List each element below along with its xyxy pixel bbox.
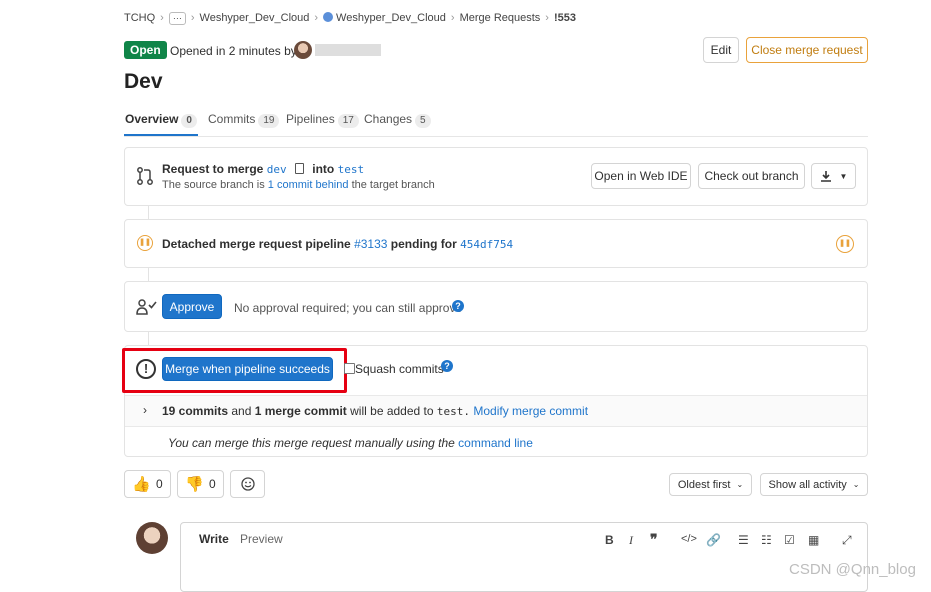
thumbs-up-button[interactable]: 👍 0 (124, 470, 171, 498)
pipeline-mini-status-icon[interactable]: ❚❚ (836, 235, 854, 253)
smiley-icon (240, 477, 255, 491)
tab-overview[interactable]: Overview 0 (124, 112, 198, 136)
breadcrumb-item-mr-id[interactable]: !553 (554, 12, 576, 24)
bullet-list-icon[interactable]: ☰ (738, 533, 749, 547)
italic-icon[interactable]: I (629, 533, 633, 548)
source-branch-link[interactable]: dev (267, 163, 287, 176)
approve-button[interactable]: Approve (162, 294, 222, 319)
chevron-down-icon: ⌄ (736, 480, 744, 489)
tab-preview[interactable]: Preview (240, 532, 283, 546)
download-dropdown-button[interactable]: ▼ (811, 163, 856, 189)
breadcrumb-item-project[interactable]: Weshyper_Dev_Cloud (336, 12, 446, 24)
tab-count: 19 (258, 114, 280, 128)
table-icon[interactable]: ▦ (808, 533, 819, 547)
copy-icon[interactable] (294, 163, 304, 174)
page-title: Dev (124, 70, 163, 93)
check-out-branch-button[interactable]: Check out branch (698, 163, 805, 189)
thumbs-up-icon: 👍 (132, 476, 151, 493)
current-user-avatar (136, 522, 168, 554)
pipeline-id-link[interactable]: #3133 (354, 237, 387, 251)
watermark: CSDN @Qnn_blog (789, 561, 916, 578)
breadcrumb-item-merge-requests[interactable]: Merge Requests (460, 12, 541, 24)
task-list-icon[interactable]: ☑ (784, 533, 795, 547)
tab-write[interactable]: Write (199, 532, 229, 546)
highlight-annotation-box (122, 348, 347, 393)
globe-icon (323, 12, 334, 22)
help-icon[interactable]: ? (452, 300, 464, 312)
pipeline-pending-icon[interactable]: ❚❚ (137, 235, 153, 251)
author-name-redacted (315, 44, 381, 56)
tab-count: 5 (415, 114, 431, 128)
manual-merge-text: You can merge this merge request manuall… (168, 436, 533, 450)
tab-pipelines[interactable]: Pipelines 17 (286, 112, 359, 128)
code-icon[interactable]: </> (681, 533, 697, 545)
breadcrumb: TCHQ › ··· › Weshyper_Dev_Cloud › Weshyper_Dev… (124, 12, 576, 25)
tab-count: 0 (181, 114, 197, 128)
download-icon (820, 171, 831, 182)
quote-icon[interactable]: ❞ (650, 531, 658, 548)
expand-chevron-icon[interactable]: › (143, 403, 147, 417)
numbered-list-icon[interactable]: ☷ (761, 533, 772, 547)
breadcrumb-ellipsis-button[interactable]: ··· (168, 12, 186, 25)
merge-request-line: Request to merge dev into test (162, 162, 365, 176)
open-web-ide-button[interactable]: Open in Web IDE (591, 163, 691, 189)
sort-dropdown[interactable]: Oldest first ⌄ (669, 473, 752, 496)
git-merge-icon (137, 167, 153, 185)
tab-commits[interactable]: Commits 19 (208, 112, 280, 128)
breadcrumb-item-group[interactable]: Weshyper_Dev_Cloud (200, 12, 310, 24)
commit-sha-link[interactable]: 454df754 (460, 238, 513, 251)
squash-label: Squash commits (355, 362, 444, 376)
thumbs-down-icon: 👎 (185, 476, 204, 493)
activity-filter-dropdown[interactable]: Show all activity ⌄ (760, 473, 868, 496)
status-badge: Open (124, 41, 167, 59)
link-icon[interactable]: 🔗 (706, 533, 721, 547)
bold-icon[interactable]: B (605, 533, 614, 547)
commit-behind-link[interactable]: 1 commit behind (268, 179, 349, 191)
target-branch-link[interactable]: test (338, 163, 365, 176)
fullscreen-icon[interactable]: ⤢ (842, 533, 852, 548)
command-line-link[interactable]: command line (458, 436, 533, 450)
edit-button[interactable]: Edit (703, 37, 739, 63)
author-avatar[interactable] (294, 41, 312, 59)
tab-count: 17 (337, 114, 359, 128)
approval-text: No approval required; you can still appr… (234, 301, 463, 315)
pipeline-status-line: Detached merge request pipeline #3133 pe… (162, 237, 514, 251)
commits-summary: 19 commits and 1 merge commit will be ad… (162, 404, 589, 418)
breadcrumb-item-tchq[interactable]: TCHQ (124, 12, 155, 24)
opened-text: Opened in 2 minutes by (170, 44, 297, 58)
squash-help-icon[interactable]: ? (441, 360, 453, 372)
modify-merge-commit-link[interactable]: Modify merge commit (473, 404, 588, 418)
squash-checkbox[interactable] (344, 363, 355, 374)
tab-changes[interactable]: Changes 5 (364, 112, 431, 128)
branch-status-line: The source branch is 1 commit behind the… (162, 179, 435, 191)
thumbs-down-button[interactable]: 👎 0 (177, 470, 224, 498)
chevron-down-icon: ▼ (839, 171, 848, 181)
approval-user-icon (136, 299, 157, 315)
close-merge-request-button[interactable]: Close merge request (746, 37, 868, 63)
add-reaction-button[interactable] (230, 470, 265, 498)
chevron-down-icon: ⌄ (852, 480, 860, 489)
